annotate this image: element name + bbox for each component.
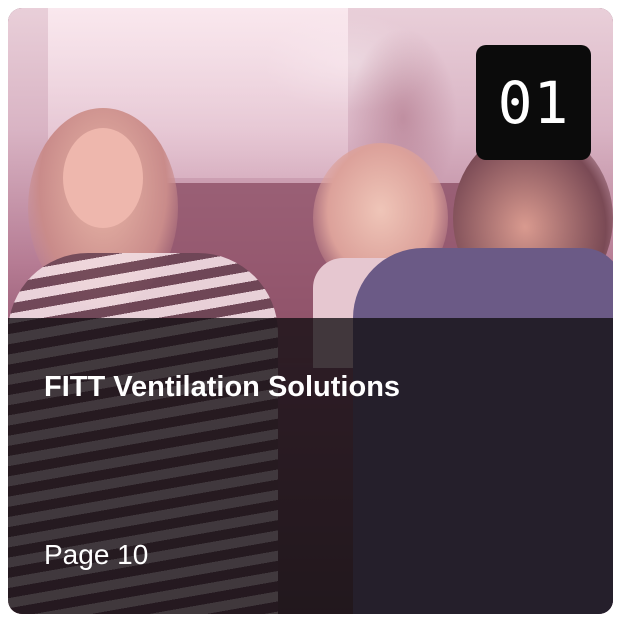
number-badge: 01 [476, 45, 591, 160]
badge-number: 01 [497, 68, 570, 137]
woman-face-shape [63, 128, 143, 228]
content-card[interactable]: 01 FITT Ventilation Solutions Page 10 [8, 8, 613, 614]
page-reference[interactable]: Page 10 [44, 538, 148, 572]
card-title[interactable]: FITT Ventilation Solutions [44, 370, 400, 404]
